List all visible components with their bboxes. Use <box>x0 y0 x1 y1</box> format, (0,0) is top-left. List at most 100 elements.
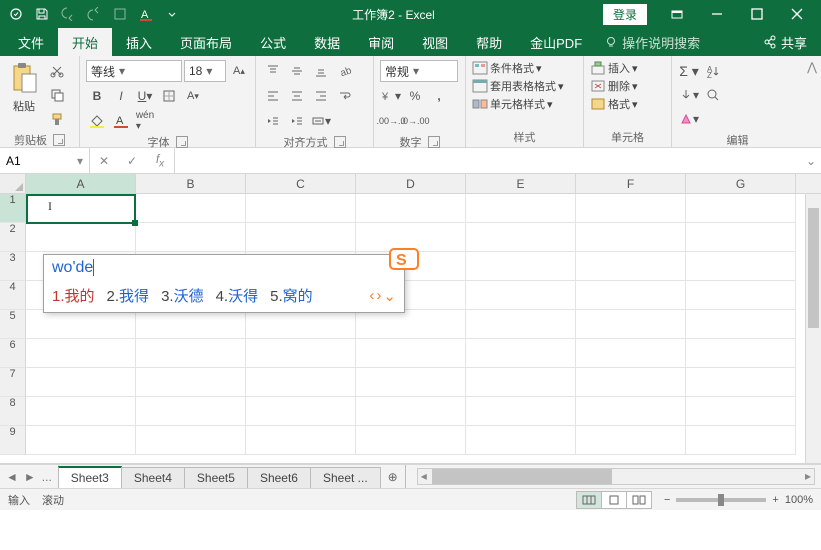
redo-icon[interactable] <box>82 3 106 25</box>
cell[interactable] <box>576 281 686 310</box>
cell[interactable] <box>576 223 686 252</box>
normal-view-icon[interactable] <box>576 491 602 509</box>
number-dialog-icon[interactable] <box>428 136 440 148</box>
cell[interactable] <box>356 310 466 339</box>
zoom-in-icon[interactable]: + <box>772 494 778 506</box>
row-header[interactable]: 5 <box>0 310 26 339</box>
cell[interactable] <box>26 368 136 397</box>
col-header[interactable]: E <box>466 174 576 193</box>
border-icon[interactable] <box>158 85 180 107</box>
align-top-icon[interactable] <box>262 60 284 82</box>
col-header[interactable]: A <box>26 174 136 193</box>
row-header[interactable]: 8 <box>0 397 26 426</box>
insert-cells-button[interactable]: 插入 ▾ <box>590 60 638 76</box>
font-color-icon[interactable]: A <box>110 110 132 132</box>
cell[interactable] <box>246 223 356 252</box>
page-break-view-icon[interactable] <box>626 491 652 509</box>
cell[interactable] <box>466 281 576 310</box>
italic-icon[interactable]: I <box>110 85 132 107</box>
row-header[interactable]: 6 <box>0 339 26 368</box>
format-painter-icon[interactable] <box>46 108 68 130</box>
ime-candidate[interactable]: 1.我的 <box>52 285 95 306</box>
horizontal-scrollbar[interactable]: ◂ ▸ <box>417 468 815 485</box>
qat-dropdown-icon[interactable] <box>160 3 184 25</box>
decrease-indent-icon[interactable] <box>262 110 284 132</box>
worksheet-grid[interactable]: A B C D E F G 123456789 I <box>0 174 821 464</box>
cell[interactable] <box>136 397 246 426</box>
row-header[interactable]: 7 <box>0 368 26 397</box>
col-header[interactable]: B <box>136 174 246 193</box>
sheet-nav-ellipsis[interactable]: ... <box>42 470 52 484</box>
comma-icon[interactable]: , <box>428 85 450 107</box>
clear-icon[interactable]: ▾ <box>678 108 700 130</box>
zoom-out-icon[interactable]: − <box>664 494 670 506</box>
ime-candidate[interactable]: 2.我得 <box>107 285 150 306</box>
orientation-icon[interactable]: ab <box>334 60 356 82</box>
col-header[interactable]: F <box>576 174 686 193</box>
cell[interactable] <box>576 339 686 368</box>
ime-candidate[interactable]: 3.沃德 <box>161 285 204 306</box>
zoom-slider[interactable] <box>676 498 766 502</box>
align-left-icon[interactable] <box>262 85 284 107</box>
undo-icon[interactable] <box>56 3 80 25</box>
cell[interactable] <box>356 397 466 426</box>
cell[interactable] <box>686 426 796 455</box>
cell[interactable] <box>576 397 686 426</box>
qat-icon[interactable] <box>108 3 132 25</box>
page-layout-view-icon[interactable] <box>601 491 627 509</box>
cell[interactable] <box>576 252 686 281</box>
cell[interactable] <box>136 368 246 397</box>
cell[interactable] <box>356 426 466 455</box>
maximize-icon[interactable] <box>737 0 777 28</box>
row-header[interactable]: 3 <box>0 252 26 281</box>
sheet-tab[interactable]: Sheet6 <box>247 467 311 488</box>
share-button[interactable]: 共享 <box>749 28 821 56</box>
cell-styles-button[interactable]: 单元格样式 ▾ <box>472 96 564 112</box>
cell[interactable] <box>466 339 576 368</box>
cell[interactable] <box>136 426 246 455</box>
increase-font-icon[interactable]: A▴ <box>228 60 250 82</box>
merge-icon[interactable]: ▾ <box>310 110 332 132</box>
autosave-icon[interactable] <box>4 3 28 25</box>
row-header[interactable]: 9 <box>0 426 26 455</box>
cell[interactable] <box>576 426 686 455</box>
vertical-scrollbar[interactable] <box>805 194 821 463</box>
tab-data[interactable]: 数据 <box>300 28 354 56</box>
minimize-icon[interactable] <box>697 0 737 28</box>
cell[interactable] <box>466 426 576 455</box>
underline-icon[interactable]: U▾ <box>134 85 156 107</box>
cell[interactable] <box>136 223 246 252</box>
cell[interactable] <box>26 339 136 368</box>
cell[interactable] <box>136 339 246 368</box>
select-all-corner[interactable] <box>0 174 26 193</box>
cell[interactable] <box>576 194 686 223</box>
close-icon[interactable] <box>777 0 817 28</box>
zoom-level[interactable]: 100% <box>785 494 813 506</box>
sheet-tab[interactable]: Sheet5 <box>184 467 248 488</box>
cell[interactable] <box>136 194 246 223</box>
row-header[interactable]: 1 <box>0 194 26 223</box>
cell[interactable] <box>686 339 796 368</box>
cell[interactable] <box>246 397 356 426</box>
sheet-tab[interactable]: Sheet ... <box>310 467 381 488</box>
font-color-qat-icon[interactable]: A <box>134 3 158 25</box>
cell[interactable] <box>686 368 796 397</box>
bold-icon[interactable]: B <box>86 85 108 107</box>
cell[interactable] <box>466 252 576 281</box>
font-name-combo[interactable]: 等线▾ <box>86 60 182 82</box>
sheet-tab-active[interactable]: Sheet3 <box>58 466 122 488</box>
col-header[interactable]: D <box>356 174 466 193</box>
ime-candidate[interactable]: 5.窝的 <box>270 285 313 306</box>
tab-home[interactable]: 开始 <box>58 28 112 56</box>
format-table-button[interactable]: 套用表格格式 ▾ <box>472 78 564 94</box>
col-header[interactable]: G <box>686 174 796 193</box>
active-cell[interactable]: I <box>26 194 136 224</box>
autosum-icon[interactable]: Σ ▾ <box>678 60 700 82</box>
cell[interactable] <box>576 368 686 397</box>
tab-pdf[interactable]: 金山PDF <box>516 28 596 56</box>
cell[interactable] <box>26 223 136 252</box>
cell[interactable] <box>26 426 136 455</box>
cell[interactable] <box>246 310 356 339</box>
increase-indent-icon[interactable] <box>286 110 308 132</box>
row-header[interactable]: 2 <box>0 223 26 252</box>
